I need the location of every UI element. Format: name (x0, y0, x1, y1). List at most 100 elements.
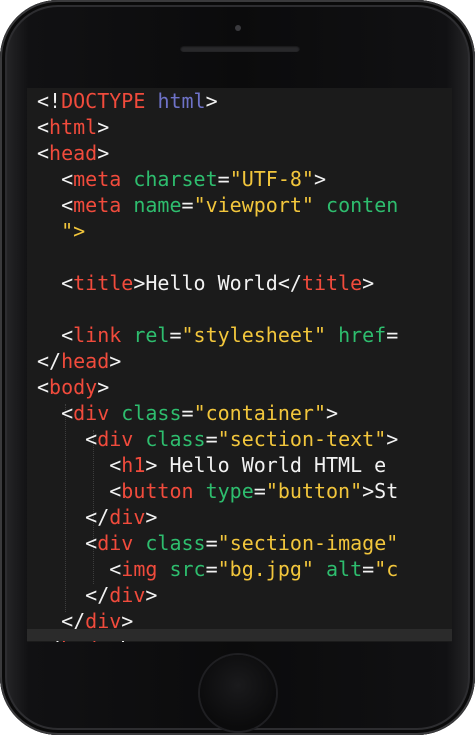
code-token: = (205, 531, 218, 555)
code-token: </ (37, 583, 110, 607)
attribute-value: "section-text" (217, 427, 387, 451)
attribute-value: "button" (265, 479, 363, 503)
tag-name: title (301, 271, 363, 295)
code-token: < (37, 323, 74, 347)
attribute-name: rel (133, 323, 170, 347)
code-token: > (362, 271, 375, 295)
code-line: </div> (37, 582, 398, 608)
tag-name: DOCTYPE (61, 89, 146, 113)
code-line: "> (37, 218, 398, 244)
code-token: < (37, 141, 50, 165)
code-token: = (205, 427, 218, 451)
attribute-value: "container" (193, 401, 327, 425)
attribute-name: name (133, 193, 182, 217)
code-token: >St (362, 479, 399, 503)
code-line: <head> (37, 140, 398, 166)
attribute-value: "section-image" (217, 531, 399, 555)
tag-name: div (109, 505, 146, 529)
attribute-name: conten (326, 193, 399, 217)
code-token: > (145, 583, 158, 607)
attribute-name: charset (133, 167, 218, 191)
code-line: <button type="button">St (37, 478, 398, 504)
code-editor-screen[interactable]: <!DOCTYPE html> <html> <head> <meta charse… (27, 88, 452, 642)
code-token: < (37, 375, 50, 399)
code-token: >Hello World</ (133, 271, 302, 295)
attribute-name: src (169, 557, 206, 581)
attribute-value: "viewport" (193, 193, 314, 217)
code-token: < (37, 167, 74, 191)
code-token: > (97, 115, 110, 139)
code-token: = (205, 557, 218, 581)
code-token: < (37, 479, 122, 503)
code-token: < (37, 271, 74, 295)
tag-name: body (49, 375, 98, 399)
tag-name: head (61, 349, 110, 373)
code-line: <body> (37, 374, 398, 400)
code-token: < (37, 557, 122, 581)
code-line: </head> (37, 348, 398, 374)
horizontal-scrollbar[interactable] (27, 629, 452, 641)
tag-name: meta (73, 167, 122, 191)
tag-name: title (73, 271, 134, 295)
attribute-name: class (145, 531, 206, 555)
attribute-name: class (145, 427, 206, 451)
code-token: > (97, 375, 110, 399)
code-token: > Hello World HTML e (145, 453, 387, 477)
code-token: </ (37, 349, 62, 373)
tag-name: div (109, 583, 146, 607)
tag-name: div (97, 531, 134, 555)
code-token: < (37, 531, 98, 555)
code-token: < (37, 427, 98, 451)
code-token: = (181, 401, 194, 425)
code-line: <img src="bg.jpg" alt="c (37, 556, 398, 582)
code-token: > (97, 141, 110, 165)
code-token: < (37, 193, 74, 217)
code-token: = (253, 479, 266, 503)
attribute-name: alt (326, 557, 363, 581)
code-line: <link rel="stylesheet" href= (37, 322, 398, 348)
tag-name: html (49, 115, 98, 139)
code-token: = (362, 557, 375, 581)
code-line: <!DOCTYPE html> (37, 88, 398, 114)
code-line: </div> (37, 504, 398, 530)
tag-name: meta (73, 193, 122, 217)
tag-name: head (49, 141, 98, 165)
tag-name: div (73, 401, 110, 425)
tag-name: img (121, 557, 158, 581)
front-camera (234, 25, 241, 31)
code-token: > (145, 505, 158, 529)
home-button[interactable] (200, 655, 276, 731)
attribute-value: "c (374, 557, 399, 581)
tag-name: link (73, 323, 122, 347)
code-line: <title>Hello World</title> (37, 270, 398, 296)
code-line: <div class="section-text"> (37, 426, 398, 452)
code-view: <!DOCTYPE html> <html> <head> <meta charse… (37, 88, 398, 642)
code-token: > (386, 427, 399, 451)
code-token: > (205, 89, 218, 113)
code-line: <h1> Hello World HTML e (37, 452, 398, 478)
code-line: <html> (37, 114, 398, 140)
attribute-name: href (338, 323, 387, 347)
code-token: < (37, 115, 50, 139)
code-token: > (326, 401, 339, 425)
code-token: = (181, 193, 194, 217)
tag-name: button (121, 479, 194, 503)
earpiece-speaker (180, 45, 300, 52)
attribute-value: "> (37, 219, 86, 243)
code-line: <div class="container"> (37, 400, 398, 426)
tag-name: div (97, 427, 134, 451)
attribute-value: "bg.jpg" (217, 557, 314, 581)
